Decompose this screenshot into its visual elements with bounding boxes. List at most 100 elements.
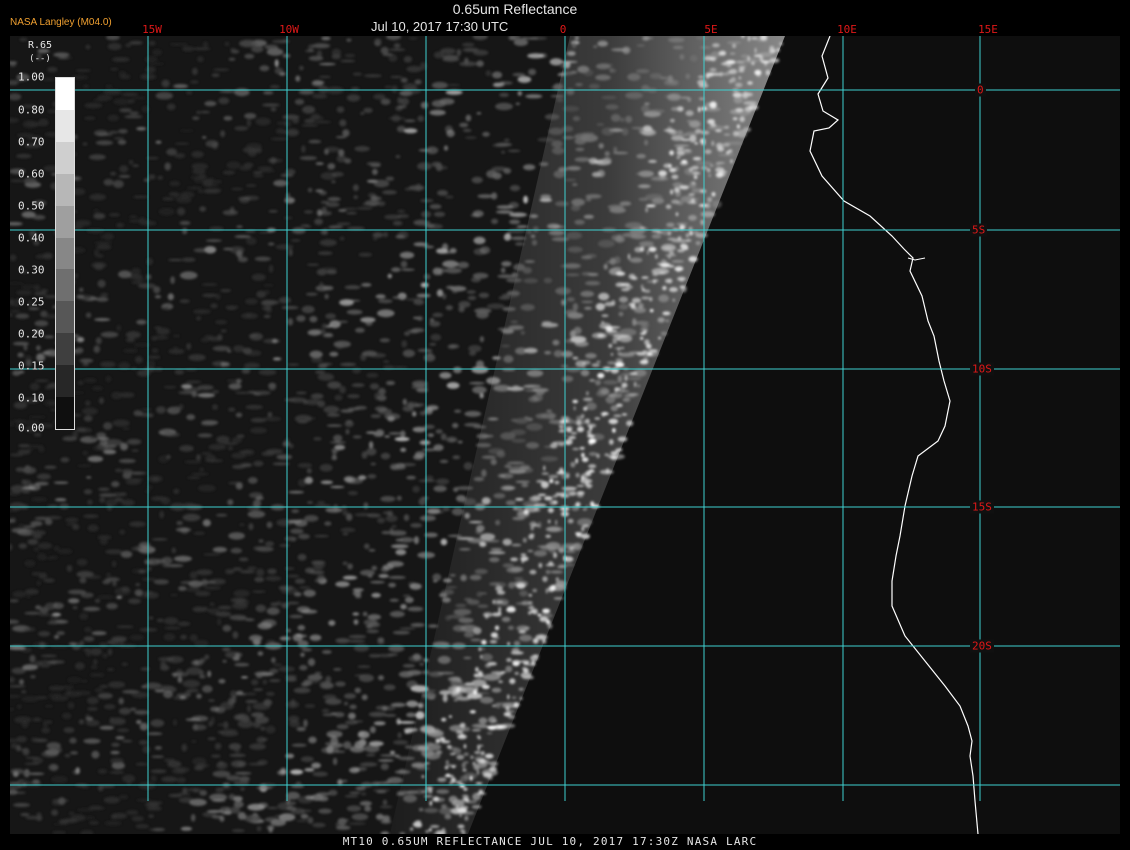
cloud-patch <box>181 384 193 389</box>
cloud-patch <box>151 335 169 340</box>
cloud-patch <box>665 204 672 209</box>
cloud-patch <box>684 149 691 152</box>
organization-label: NASA Langley (M04.0) <box>10 17 112 28</box>
cloud-patch <box>211 799 226 803</box>
cloud-patch <box>255 604 266 613</box>
cloud-patch <box>243 195 260 201</box>
cloud-patch <box>247 510 266 518</box>
cloud-patch <box>38 613 51 617</box>
cloud-patch <box>359 801 372 806</box>
cloud-patch <box>300 652 305 657</box>
cloud-patch <box>336 320 349 323</box>
cloud-patch <box>314 578 323 583</box>
cloud-patch <box>321 206 327 213</box>
cloud-patch <box>596 360 601 363</box>
cloud-patch <box>339 236 345 241</box>
cloud-patch <box>48 693 62 699</box>
cloud-patch <box>266 607 280 615</box>
cloud-patch <box>542 638 547 644</box>
cloud-patch <box>420 101 429 109</box>
cloud-patch <box>536 479 545 483</box>
cloud-patch <box>192 67 198 75</box>
cloud-patch <box>107 648 113 656</box>
cloud-patch <box>293 687 311 694</box>
cloud-patch <box>378 574 389 578</box>
cloud-patch <box>530 234 536 238</box>
cloud-patch <box>747 55 750 61</box>
cloud-patch <box>406 700 419 708</box>
cloud-patch <box>419 808 424 812</box>
cloud-patch <box>495 600 504 604</box>
cloud-patch <box>400 447 407 452</box>
cloud-patch <box>83 514 99 518</box>
cloud-patch <box>411 765 427 768</box>
cloud-patch <box>186 90 193 95</box>
cloud-patch <box>507 228 526 234</box>
cloud-patch <box>521 483 529 488</box>
cloud-patch <box>529 569 537 575</box>
cloud-patch <box>501 261 512 267</box>
cloud-patch <box>383 684 396 691</box>
cloud-patch <box>79 577 87 584</box>
cloud-patch <box>638 197 648 201</box>
cloud-patch <box>735 108 744 112</box>
cloud-patch <box>161 776 178 783</box>
cloud-patch <box>336 825 351 830</box>
cloud-patch <box>47 621 60 625</box>
cloud-patch <box>132 164 139 167</box>
cloud-patch <box>125 331 141 339</box>
cloud-patch <box>445 195 454 199</box>
cloud-patch <box>181 743 188 752</box>
cloud-patch <box>548 474 559 479</box>
cloud-patch <box>668 37 685 43</box>
cloud-patch <box>679 285 685 289</box>
cloud-patch <box>370 196 382 201</box>
cloud-patch <box>735 60 745 64</box>
cloud-patch <box>280 767 287 775</box>
cloud-patch <box>85 312 92 319</box>
cloud-patch <box>445 586 458 589</box>
cloud-patch <box>26 592 31 599</box>
cloud-patch <box>630 305 637 310</box>
cloud-patch <box>366 162 381 166</box>
cloud-patch <box>451 507 464 516</box>
cloud-patch <box>532 608 538 615</box>
cloud-patch <box>620 346 625 350</box>
cloud-patch <box>588 469 595 473</box>
cloud-patch <box>175 527 192 532</box>
cloud-patch <box>297 463 313 468</box>
cloud-patch <box>290 801 297 805</box>
cloud-patch <box>576 484 585 488</box>
cloud-patch <box>460 805 469 810</box>
cloud-patch <box>653 279 656 284</box>
cloud-patch <box>596 123 605 126</box>
cloud-patch <box>489 639 498 644</box>
cloud-patch <box>82 142 88 146</box>
cloud-patch <box>540 194 552 200</box>
cloud-patch <box>212 404 218 410</box>
cloud-patch <box>327 197 341 202</box>
cloud-patch <box>257 651 264 656</box>
cloud-patch <box>609 439 614 445</box>
cloud-patch <box>283 216 293 219</box>
cloud-patch <box>296 315 306 322</box>
legend-tick: 0.50 <box>18 199 45 213</box>
cloud-patch <box>729 52 736 55</box>
cloud-patch <box>290 528 304 534</box>
cloud-patch <box>329 441 346 444</box>
cloud-patch <box>348 822 366 825</box>
cloud-patch <box>396 125 406 133</box>
cloud-patch <box>253 393 262 396</box>
cloud-patch <box>464 682 474 686</box>
cloud-patch <box>332 757 338 766</box>
cloud-patch <box>133 410 143 417</box>
cloud-patch <box>66 523 78 526</box>
cloud-patch <box>492 71 503 79</box>
cloud-patch <box>530 525 534 531</box>
cloud-patch <box>29 530 46 536</box>
cloud-patch <box>187 476 201 479</box>
cloud-patch <box>556 98 564 102</box>
cloud-patch <box>585 484 593 487</box>
cloud-patch <box>510 566 524 572</box>
cloud-patch <box>441 55 460 58</box>
